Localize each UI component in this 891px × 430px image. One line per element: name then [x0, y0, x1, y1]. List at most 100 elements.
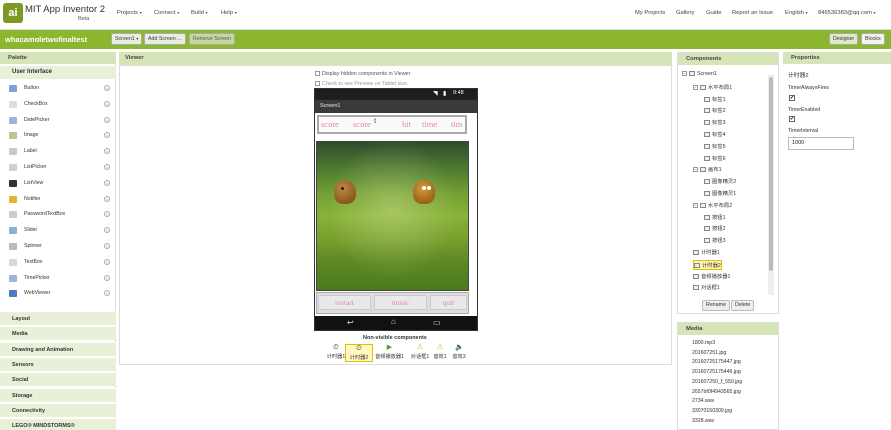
palette-item-datepicker[interactable]: DatePicker? — [0, 113, 116, 128]
link-gallery[interactable]: Gallery — [676, 10, 694, 16]
palette-category[interactable]: Drawing and Animation — [0, 341, 116, 356]
component-tree-item[interactable]: 音频播放器1 — [693, 272, 730, 280]
palette-item-timepicker[interactable]: TimePicker? — [0, 271, 116, 286]
blocks-button[interactable]: Blocks — [861, 33, 885, 45]
timer-interval-input[interactable]: 1000 — [788, 137, 854, 150]
media-item[interactable]: 33070150309.jpg — [692, 408, 732, 414]
component-tree-item[interactable]: 标签2 — [704, 106, 726, 114]
help-icon[interactable]: ? — [104, 132, 110, 139]
palette-category[interactable]: Connectivity — [0, 402, 116, 417]
component-tree-item[interactable]: 按钮2 — [704, 224, 726, 232]
palette-section-user-interface[interactable]: User Interface — [0, 66, 116, 79]
component-tree-item[interactable]: 对话框1 — [693, 283, 720, 291]
language-menu[interactable]: English ▾ — [785, 10, 808, 16]
media-item[interactable]: 20160725175446.jpg — [692, 369, 741, 375]
link-guide[interactable]: Guide — [706, 10, 721, 16]
component-tree-item[interactable]: 标签3 — [704, 118, 726, 126]
palette-category[interactable]: Sensors — [0, 356, 116, 371]
component-tree-item[interactable]: 图像精灵2 — [704, 177, 736, 185]
delete-button[interactable]: Delete — [731, 300, 755, 311]
palette-category[interactable]: Media — [0, 326, 116, 341]
palette-category[interactable]: Storage — [0, 387, 116, 402]
collapse-toggle-icon[interactable]: − — [693, 202, 698, 208]
palette-category[interactable]: Social — [0, 372, 116, 387]
component-tree-item[interactable]: 图像精灵1 — [704, 189, 736, 197]
help-icon[interactable]: ? — [104, 227, 110, 234]
display-hidden-checkbox[interactable]: Display hidden components in Viewer — [315, 71, 410, 77]
palette-item-listview[interactable]: ListView? — [0, 176, 116, 191]
add-screen-button[interactable]: Add Screen ... — [144, 33, 186, 45]
palette-category[interactable]: Layout — [0, 311, 116, 325]
label-time[interactable]: time — [422, 117, 437, 132]
help-icon[interactable]: ? — [104, 164, 110, 170]
link-report-issue[interactable]: Report an Issue — [732, 10, 773, 16]
score-row[interactable]: score score t hit time tim — [317, 115, 467, 134]
screen-select-button[interactable]: Screen1 ▾ — [111, 33, 143, 45]
component-tree-item[interactable]: − 水平布局2 — [693, 201, 732, 209]
remove-screen-button[interactable]: Remove Screen — [189, 33, 235, 45]
help-icon[interactable]: ? — [104, 100, 110, 107]
label-hit[interactable]: hit — [402, 117, 411, 132]
media-item[interactable]: 2734.wav — [692, 398, 714, 404]
designer-button[interactable]: Designer — [829, 33, 859, 45]
component-tree-item[interactable]: 计时器2 — [693, 259, 722, 270]
palette-item-textbox[interactable]: TextBox? — [0, 255, 116, 270]
nonvisible-timer2[interactable]: ⏲ 计时器2 — [345, 344, 373, 362]
nonvisible-sound3[interactable]: 🔈 音效3 — [447, 344, 471, 360]
quit-button[interactable]: quit — [430, 295, 467, 310]
help-icon[interactable]: ? — [104, 258, 110, 265]
restart-button[interactable]: restart — [318, 295, 371, 310]
media-item[interactable]: 1800.mp3 — [692, 340, 715, 346]
app-logo[interactable]: ai — [3, 3, 23, 23]
menu-build[interactable]: Build ▾ — [191, 10, 208, 16]
help-icon[interactable]: ? — [104, 290, 110, 297]
music-button[interactable]: music — [374, 295, 427, 310]
media-item[interactable]: 2657bf0f4943565.jpg — [692, 389, 741, 395]
component-tree-item[interactable]: − 水平布局1 — [693, 83, 732, 91]
collapse-toggle-icon[interactable]: − — [693, 167, 698, 173]
component-tree-item[interactable]: 标签5 — [704, 142, 726, 150]
menu-connect[interactable]: Connect ▾ — [154, 10, 179, 16]
menu-help[interactable]: Help ▾ — [221, 10, 237, 16]
label-score-1[interactable]: score — [321, 117, 339, 132]
component-tree-item[interactable]: − 画布1 — [693, 165, 722, 173]
component-tree-item[interactable]: 计时器1 — [693, 248, 720, 256]
help-icon[interactable]: ? — [104, 243, 110, 249]
component-tree-item[interactable]: 标签6 — [704, 154, 726, 162]
help-icon[interactable]: ? — [104, 274, 110, 281]
component-tree-item[interactable]: 按钮3 — [704, 236, 726, 244]
component-tree-item[interactable]: − Screen1 — [682, 71, 717, 77]
palette-item-image[interactable]: Image? — [0, 128, 116, 143]
palette-item-notifier[interactable]: Notifier? — [0, 192, 116, 207]
palette-item-button[interactable]: Button? — [0, 81, 116, 96]
media-item[interactable]: 201607250_f_550.jpg — [692, 379, 742, 385]
nonvisible-player1[interactable]: ▶ 音频播放器1 — [373, 344, 406, 360]
link-my-projects[interactable]: My Projects — [635, 10, 665, 16]
palette-item-passwordtextbox[interactable]: PasswordTextBox? — [0, 207, 116, 222]
mole-sprite-1[interactable] — [413, 180, 435, 204]
components-scroll-thumb[interactable] — [769, 77, 773, 271]
component-tree-item[interactable]: 标签1 — [704, 95, 726, 103]
timer-always-fires-checkbox[interactable]: ✔ — [789, 95, 795, 101]
component-tree-item[interactable]: 标签4 — [704, 130, 726, 138]
palette-item-checkbox[interactable]: CheckBox? — [0, 97, 116, 112]
collapse-toggle-icon[interactable]: − — [682, 71, 687, 77]
palette-item-label[interactable]: Label? — [0, 144, 116, 159]
component-tree-item[interactable]: 按钮1 — [704, 213, 726, 221]
help-icon[interactable]: ? — [104, 211, 110, 218]
label-score-2[interactable]: score — [353, 117, 371, 132]
help-icon[interactable]: ? — [104, 85, 110, 91]
help-icon[interactable]: ? — [104, 195, 110, 202]
media-item[interactable]: 201607251.jpg — [692, 350, 726, 356]
palette-item-listpicker[interactable]: ListPicker? — [0, 160, 116, 175]
palette-item-slider[interactable]: Slider? — [0, 223, 116, 238]
media-item[interactable]: 3328.wav — [692, 418, 714, 424]
menu-projects[interactable]: Projects ▾ — [117, 10, 142, 16]
palette-category[interactable]: LEGO® MINDSTORMS® — [0, 418, 116, 430]
tablet-preview-checkbox[interactable]: Check to see Preview on Tablet size. — [315, 81, 408, 87]
label-time-2[interactable]: tim — [451, 117, 462, 132]
help-icon[interactable]: ? — [104, 148, 110, 155]
palette-item-webviewer[interactable]: WebViewer? — [0, 286, 116, 301]
help-icon[interactable]: ? — [104, 116, 110, 123]
rename-button[interactable]: Rename — [702, 300, 731, 311]
